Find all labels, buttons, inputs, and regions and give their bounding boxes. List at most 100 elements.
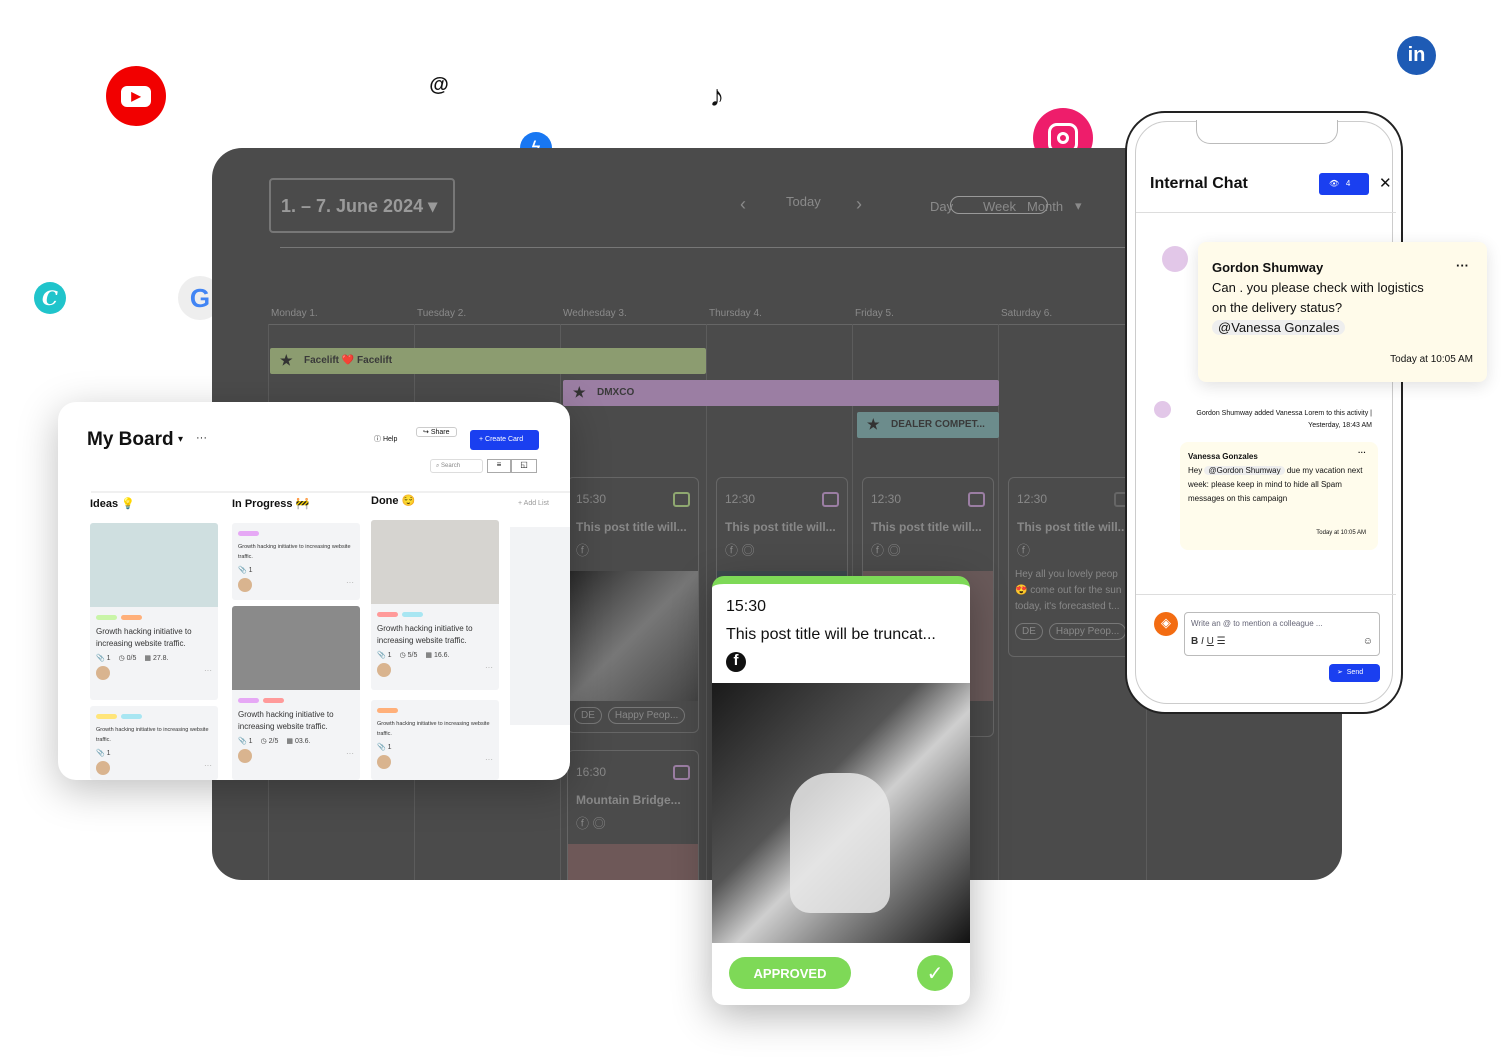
post-title: This post title will... — [871, 520, 982, 534]
avatar — [96, 761, 110, 775]
tag-label — [263, 698, 284, 703]
more-icon[interactable]: ··· — [485, 755, 493, 769]
comments-icon[interactable]: ◱ — [511, 459, 537, 473]
card-footer: ··· — [371, 663, 499, 677]
attachment-icon: 📎 — [238, 738, 249, 745]
tag-chip[interactable]: Happy Peop... — [1048, 623, 1127, 640]
divider — [1136, 594, 1396, 595]
more-icon[interactable]: ··· — [485, 663, 493, 677]
post-card[interactable]: 12:30 This post title will... ⓕ Hey all you… — [1008, 477, 1140, 657]
view-month[interactable]: Month — [1027, 199, 1063, 214]
board-card[interactable]: Growth hacking initiative to increasing … — [371, 700, 499, 780]
avatar — [1154, 401, 1171, 418]
tag-label — [121, 615, 142, 620]
more-icon[interactable]: ··· — [204, 666, 212, 680]
tag-chip[interactable]: Happy Peop... — [607, 707, 686, 724]
more-icon[interactable]: ··· — [1358, 446, 1366, 460]
chevron-down-icon[interactable]: ▾ — [178, 434, 183, 445]
attachment-icon: 📎 — [238, 567, 249, 574]
create-card-button[interactable]: + Create Card — [470, 430, 539, 450]
more-icon[interactable]: ··· — [346, 578, 354, 592]
phone-notch — [1196, 120, 1338, 144]
mention-tag[interactable]: @Vanessa Gonzales — [1212, 320, 1346, 335]
underline-button[interactable]: U — [1207, 636, 1214, 647]
card-tags — [371, 604, 499, 619]
tag-chip[interactable]: DE — [574, 707, 602, 724]
message-author: Vanessa Gonzales — [1188, 452, 1258, 461]
today-button[interactable]: Today — [786, 194, 821, 209]
attachment-value: 1 — [106, 750, 111, 757]
calendar-event[interactable]: ★ DMXCO — [563, 380, 999, 406]
chat-title: Internal Chat — [1150, 175, 1248, 192]
post-preview-card[interactable]: 15:30 This post title will be truncat...… — [712, 576, 970, 1005]
card-footer: ··· — [371, 755, 499, 769]
more-icon[interactable]: ··· — [1456, 256, 1469, 276]
add-list-button[interactable]: + Add List — [518, 500, 549, 507]
tag-label — [238, 531, 259, 536]
social-icons: ⓕ — [576, 543, 590, 558]
close-icon[interactable]: ✕ — [1379, 174, 1392, 192]
tag-chip[interactable]: DE — [1015, 623, 1043, 640]
avatar — [96, 666, 110, 680]
board-card[interactable]: Growth hacking initiative to increasing … — [232, 606, 360, 780]
board-panel: My Board ▾ ··· ⓘ Help ↪ Share + Create C… — [58, 402, 570, 780]
prev-week-button[interactable]: ‹ — [740, 194, 746, 215]
check-icon[interactable]: ✓ — [917, 955, 953, 991]
viewers-badge[interactable]: 👁 4 — [1319, 173, 1369, 195]
search-placeholder: Search — [441, 463, 461, 469]
emoji-icon[interactable]: ☺ — [1363, 636, 1373, 647]
card-text: Growth hacking initiative to increasing … — [238, 544, 351, 560]
checklist-value: 5/5 — [407, 652, 418, 659]
list-title: Done 😌 — [371, 495, 416, 507]
card-footer: ··· — [90, 666, 218, 680]
divider — [1136, 212, 1396, 213]
board-card[interactable]: Growth hacking initiative to increasing … — [90, 523, 218, 700]
search-input[interactable]: ⌕ Search — [430, 459, 483, 473]
mention-tag[interactable]: @Gordon Shumway — [1204, 466, 1285, 475]
chevron-down-icon[interactable]: ▾ — [1075, 198, 1082, 214]
more-icon[interactable]: ··· — [204, 761, 212, 775]
post-title: This post title will... — [1017, 520, 1128, 534]
chat-input[interactable]: Write an @ to mention a colleague ... B … — [1184, 612, 1380, 656]
star-icon: ★ — [280, 352, 293, 368]
calendar-event[interactable]: ★ DEALER COMPET... — [857, 412, 999, 438]
calendar-icon — [968, 492, 985, 507]
card-tags — [232, 690, 360, 705]
date-range-picker[interactable]: 1. – 7. June 2024 ▾ — [269, 178, 455, 233]
divider — [280, 247, 1125, 248]
next-week-button[interactable]: › — [856, 194, 862, 215]
card-text: Growth hacking initiative to increasing … — [238, 710, 334, 731]
send-button[interactable]: ➢ Send — [1329, 664, 1380, 682]
share-button[interactable]: ↪ Share — [416, 427, 457, 437]
calendar-event[interactable]: ★ Facelift ❤️ Facelift — [270, 348, 706, 374]
approved-badge[interactable]: APPROVED — [729, 957, 851, 989]
post-text: Hey all you lovely peop 😍 come out for t… — [1015, 569, 1122, 612]
card-image — [371, 520, 499, 604]
list-title: Ideas 💡 — [90, 498, 135, 510]
chat-message-highlighted: Gordon Shumway ··· Can . you please chec… — [1198, 242, 1487, 382]
message-text: Can . you please check with logistics on… — [1212, 280, 1424, 315]
tag-label — [377, 708, 398, 713]
more-icon[interactable]: ··· — [346, 749, 354, 763]
card-footer: ··· — [232, 749, 360, 763]
card-footer: ··· — [232, 578, 360, 592]
list-button[interactable]: ☰ — [1217, 636, 1226, 647]
linkedin-icon: in — [1397, 36, 1436, 75]
post-card[interactable]: 15:30 This post title will... ⓕ DE Happy Peo… — [567, 477, 699, 733]
board-card[interactable]: Growth hacking initiative to increasing … — [90, 706, 218, 780]
card-meta: 📎 1 — [232, 562, 360, 578]
checklist-icon: ◷ — [118, 655, 127, 662]
tag-label — [96, 615, 117, 620]
board-card[interactable]: Growth hacking initiative to increasing … — [232, 523, 360, 600]
bold-button[interactable]: B — [1191, 636, 1198, 647]
filter-icon[interactable]: ≡ — [487, 459, 511, 473]
attachment-icon: 📎 — [96, 655, 107, 662]
board-card[interactable]: Growth hacking initiative to increasing … — [371, 520, 499, 690]
more-icon[interactable]: ··· — [196, 432, 207, 444]
calendar-icon — [673, 492, 690, 507]
post-card[interactable]: 16:30 Mountain Bridge... ⓕ ◎ — [567, 750, 699, 880]
help-button[interactable]: ⓘ Help — [374, 434, 397, 444]
card-meta: 📎 1 ◷ 5/5 ▦ 16.6. — [371, 647, 499, 663]
checklist-icon: ◷ — [399, 652, 408, 659]
italic-button[interactable]: I — [1201, 636, 1204, 647]
